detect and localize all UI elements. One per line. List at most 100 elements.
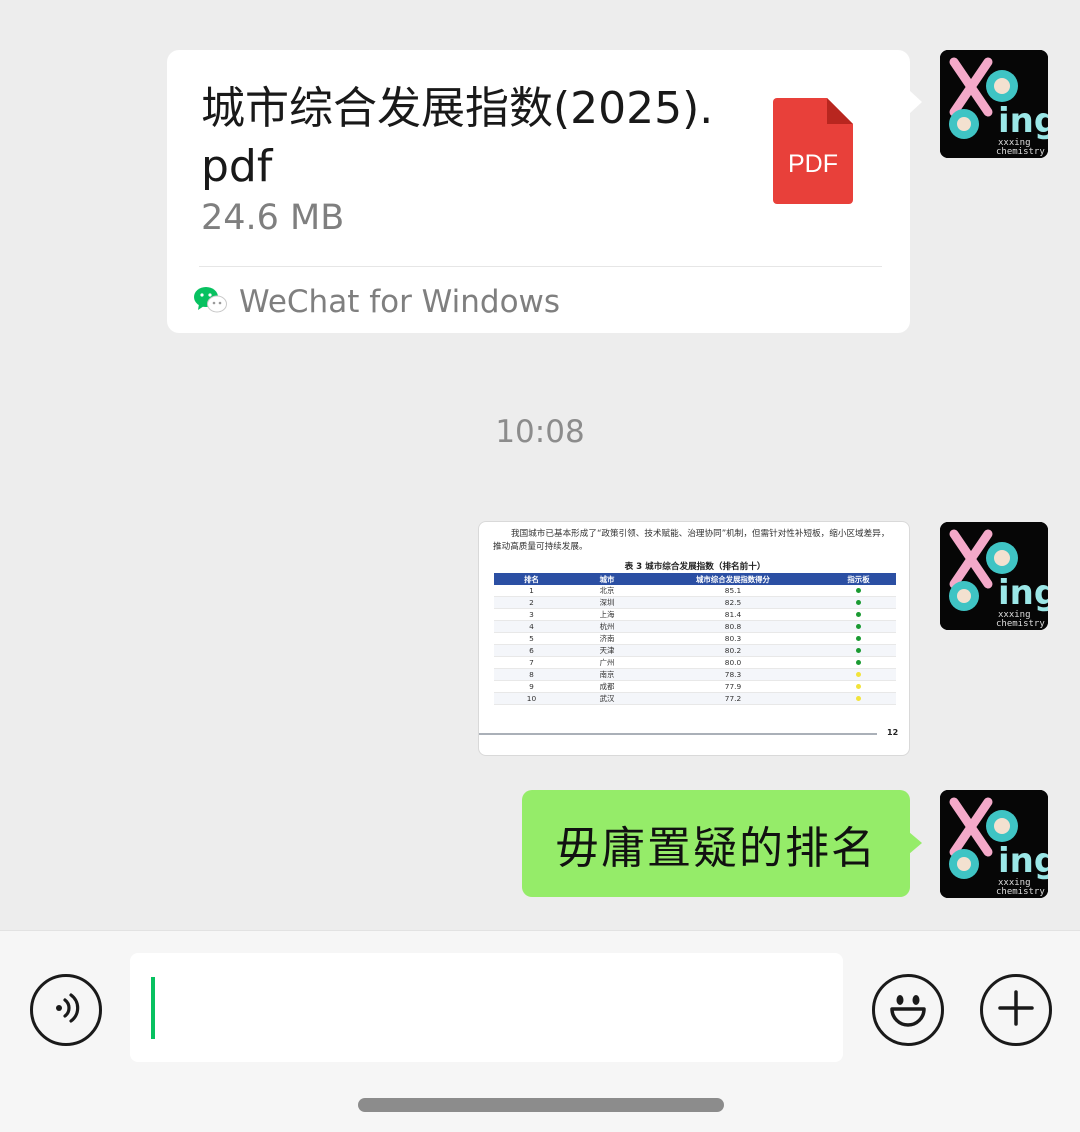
- cell-city: 北京: [599, 586, 615, 595]
- doc-page-number: 12: [887, 728, 899, 737]
- plus-icon: [996, 988, 1036, 1032]
- cell-rank: 4: [529, 622, 534, 631]
- cell-score: 78.3: [724, 670, 742, 679]
- table-row: 9 成都 77.9: [494, 681, 896, 693]
- indicator-dot: [856, 696, 861, 701]
- cell-indicator: [821, 588, 896, 593]
- cell-rank: 8: [529, 670, 534, 679]
- chat-screen: 城市综合发展指数(2025).pdf 24.6 MB PDF WeChat fo…: [0, 0, 1080, 1132]
- cell-indicator: [821, 600, 896, 605]
- divider: [199, 266, 882, 267]
- cell-rank: 7: [529, 658, 534, 667]
- cell-rank: 6: [529, 646, 534, 655]
- wechat-logo-icon: [193, 285, 227, 319]
- doc-table-title: 表 3 城市综合发展指数（排名前十）: [624, 562, 766, 572]
- cell-score: 80.8: [724, 622, 742, 631]
- indicator-dot: [856, 588, 861, 593]
- cell-score: 85.1: [724, 586, 742, 595]
- svg-text:ing: ing: [998, 573, 1048, 613]
- table-row: 7 广州 80.0: [494, 657, 896, 669]
- cell-rank: 10: [526, 694, 537, 703]
- doc-footer-line: [479, 733, 877, 735]
- cell-rank: 5: [529, 634, 534, 643]
- text-caret: [151, 977, 155, 1039]
- indicator-dot: [856, 672, 861, 677]
- cell-city: 深圳: [599, 598, 615, 607]
- text-message-bubble[interactable]: 毋庸置疑的排名: [522, 790, 922, 897]
- cell-indicator: [821, 624, 896, 629]
- table-row: 3 上海 81.4: [494, 609, 896, 621]
- doc-intro-line: 推动高质量可持续发展。: [493, 542, 588, 552]
- avatar-label: chemistry: [996, 619, 1045, 629]
- message-text: 毋庸置疑的排名: [555, 822, 877, 874]
- bubble-tail: [909, 832, 922, 854]
- header-rank: 排名: [524, 574, 539, 584]
- indicator-dot: [856, 648, 861, 653]
- file-source: WeChat for Windows: [193, 280, 560, 324]
- cell-rank: 1: [529, 586, 534, 595]
- pdf-label: PDF: [788, 150, 838, 178]
- cell-score: 82.5: [724, 598, 742, 607]
- cell-indicator: [821, 648, 896, 653]
- indicator-dot: [856, 660, 861, 665]
- file-name: 城市综合发展指数(2025).pdf: [201, 83, 714, 192]
- avatar-label: chemistry: [996, 147, 1045, 157]
- cell-score: 80.2: [724, 646, 742, 655]
- header-indicator: 指示板: [847, 574, 870, 584]
- cell-score: 81.4: [724, 610, 742, 619]
- cell-indicator: [821, 696, 896, 701]
- table-row: 1 北京 85.1: [494, 585, 896, 597]
- input-bar: [0, 930, 1080, 1132]
- cell-indicator: [821, 672, 896, 677]
- svg-text:ing: ing: [998, 841, 1048, 881]
- header-city: 城市: [599, 574, 615, 584]
- svg-text:ing: ing: [998, 101, 1048, 141]
- indicator-dot: [856, 684, 861, 689]
- table-row: 8 南京 78.3: [494, 669, 896, 681]
- avatar[interactable]: ing xxxing chemistry: [940, 790, 1048, 898]
- doc-intro: 我国城市已基本形成了“政策引领、技术赋能、治理协同”机制，但需针对性补短板，缩小…: [493, 528, 901, 554]
- home-indicator[interactable]: [358, 1098, 724, 1112]
- table-row: 4 杭州 80.8: [494, 621, 896, 633]
- cell-city: 上海: [599, 610, 615, 619]
- table-row: 6 天津 80.2: [494, 645, 896, 657]
- avatar[interactable]: ing xxxing chemistry: [940, 50, 1048, 158]
- table-row: 2 深圳 82.5: [494, 597, 896, 609]
- message-input[interactable]: [130, 953, 843, 1062]
- indicator-dot: [856, 624, 861, 629]
- message-timestamp: 10:08: [495, 414, 585, 450]
- file-size: 24.6 MB: [201, 198, 345, 238]
- indicator-dot: [856, 612, 861, 617]
- avatar-label: chemistry: [996, 887, 1045, 897]
- table-row: 5 济南 80.3: [494, 633, 896, 645]
- cell-rank: 9: [529, 682, 534, 691]
- doc-intro-line: 我国城市已基本形成了“政策引领、技术赋能、治理协同”机制，但需针对性补短板，缩小…: [511, 529, 890, 539]
- bubble-tail: [909, 90, 922, 114]
- pdf-file-icon: PDF: [773, 98, 853, 204]
- cell-indicator: [821, 684, 896, 689]
- cell-score: 80.3: [724, 634, 742, 643]
- cell-city: 天津: [599, 646, 615, 655]
- cell-score: 77.2: [724, 694, 742, 703]
- more-button[interactable]: [980, 974, 1052, 1046]
- emoji-button[interactable]: [872, 974, 944, 1046]
- voice-button[interactable]: [30, 974, 102, 1046]
- cell-city: 武汉: [599, 694, 615, 703]
- voice-icon: [48, 990, 84, 1030]
- table-row: 10 武汉 77.2: [494, 693, 896, 705]
- cell-rank: 3: [529, 610, 534, 619]
- file-message-card[interactable]: 城市综合发展指数(2025).pdf 24.6 MB PDF WeChat fo…: [167, 50, 922, 333]
- avatar[interactable]: ing xxxing chemistry: [940, 522, 1048, 630]
- cell-city: 南京: [599, 670, 615, 679]
- cell-indicator: [821, 660, 896, 665]
- cell-score: 77.9: [724, 682, 742, 691]
- cell-city: 杭州: [599, 622, 615, 631]
- cell-indicator: [821, 612, 896, 617]
- source-label: WeChat for Windows: [239, 284, 561, 320]
- header-score: 城市综合发展指数得分: [696, 574, 770, 584]
- cell-city: 成都: [599, 682, 615, 691]
- emoji-icon: [883, 983, 933, 1037]
- cell-score: 80.0: [724, 658, 742, 667]
- image-message[interactable]: 我国城市已基本形成了“政策引领、技术赋能、治理协同”机制，但需针对性补短板，缩小…: [478, 521, 910, 756]
- indicator-dot: [856, 600, 861, 605]
